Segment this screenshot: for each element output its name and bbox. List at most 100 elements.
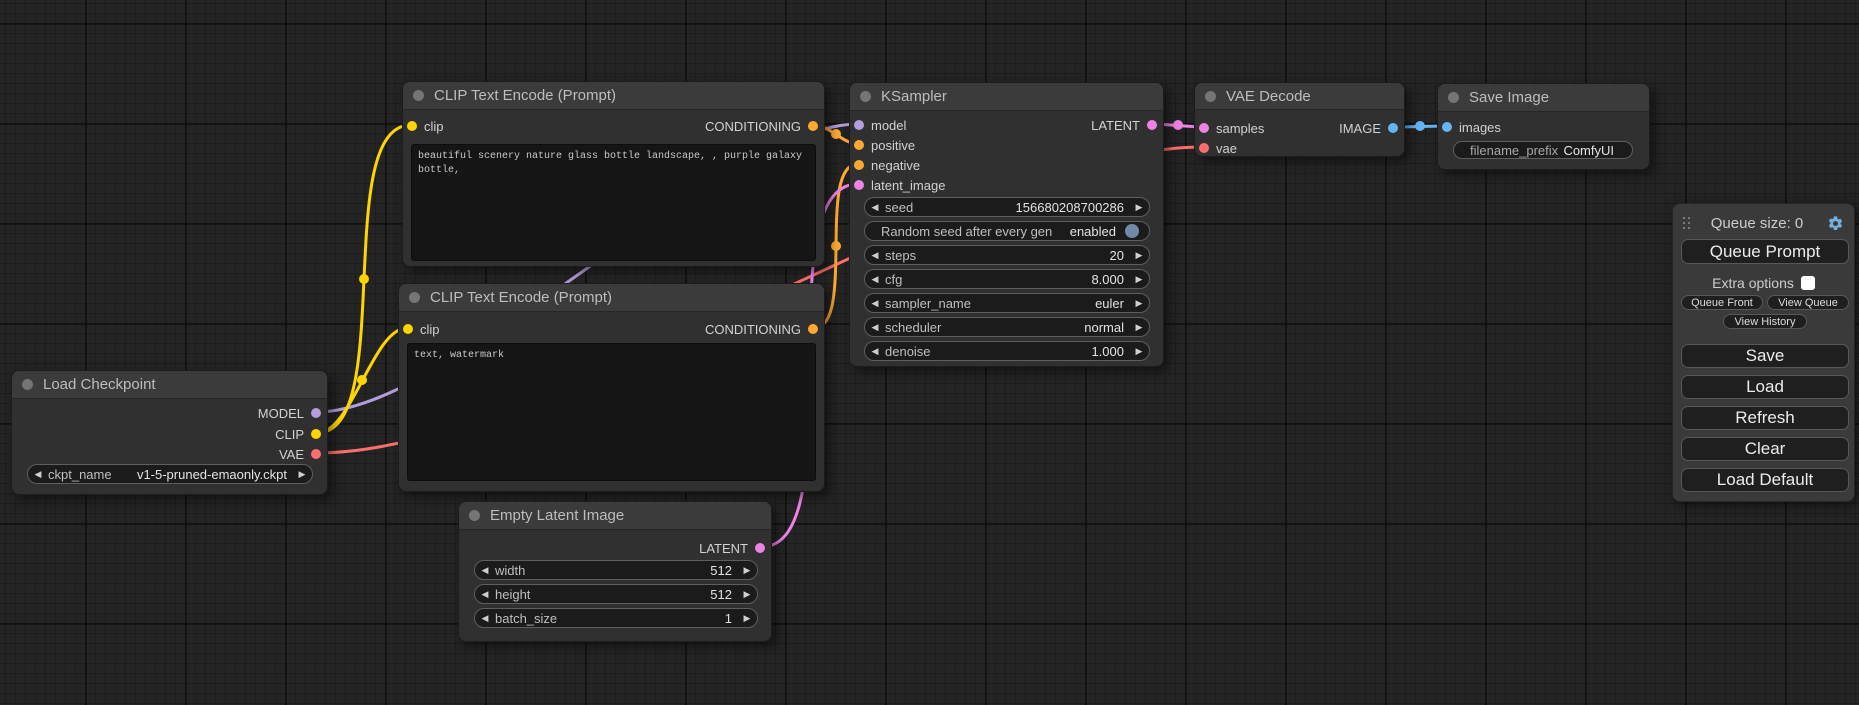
queue-prompt-button[interactable]: Queue Prompt (1681, 239, 1849, 264)
output-port-latent[interactable] (755, 543, 765, 553)
output-row-vae: VAE (12, 444, 327, 464)
output-row-latent: LATENT (850, 115, 1163, 135)
output-port-latent[interactable] (1147, 120, 1157, 130)
widget-sampler-name[interactable]: ◀ sampler_name euler ▶ (864, 293, 1150, 313)
widget-denoise[interactable]: ◀ denoise 1.000 ▶ (864, 341, 1150, 361)
decrement-arrow-icon[interactable]: ◀ (475, 609, 495, 627)
output-row-clip: CLIP (12, 424, 327, 444)
view-history-button[interactable]: View History (1723, 314, 1807, 329)
collapse-dot-icon[interactable] (409, 292, 420, 303)
decrement-arrow-icon[interactable]: ◀ (865, 246, 885, 264)
load-button[interactable]: Load (1681, 375, 1849, 399)
increment-arrow-icon[interactable]: ▶ (1129, 246, 1149, 264)
decrement-arrow-icon[interactable]: ◀ (865, 342, 885, 360)
node-vae-decode[interactable]: VAE Decode samples IMAGE vae (1194, 82, 1405, 157)
collapse-dot-icon[interactable] (469, 510, 480, 521)
queue-size-label: Queue size: 0 (1691, 215, 1823, 232)
node-title-bar[interactable]: Empty Latent Image (459, 502, 771, 530)
output-row-latent: LATENT (459, 538, 771, 558)
node-ksampler[interactable]: KSampler model LATENT positive negative … (849, 82, 1164, 367)
toggle-knob-icon[interactable] (1125, 224, 1139, 238)
node-load-checkpoint[interactable]: Load Checkpoint MODEL CLIP VAE ◀ ckpt_na… (11, 370, 328, 495)
node-title-bar[interactable]: CLIP Text Encode (Prompt) (399, 284, 824, 312)
collapse-dot-icon[interactable] (1205, 91, 1216, 102)
view-queue-button[interactable]: View Queue (1767, 295, 1849, 310)
widget-height[interactable]: ◀ height 512 ▶ (474, 584, 758, 604)
increment-arrow-icon[interactable]: ▶ (1129, 318, 1149, 336)
load-default-button[interactable]: Load Default (1681, 468, 1849, 492)
input-port-images[interactable] (1442, 122, 1452, 132)
output-port-clip[interactable] (311, 429, 321, 439)
output-row-model: MODEL (12, 403, 327, 423)
output-port-model[interactable] (311, 408, 321, 418)
node-title-bar[interactable]: Load Checkpoint (12, 371, 327, 399)
widget-cfg[interactable]: ◀ cfg 8.000 ▶ (864, 269, 1150, 289)
increment-arrow-icon[interactable]: ▶ (1129, 342, 1149, 360)
settings-gear-icon[interactable] (1827, 215, 1844, 232)
node-save-image[interactable]: Save Image images filename_prefix ComfyU… (1437, 83, 1650, 170)
queue-front-button[interactable]: Queue Front (1681, 295, 1763, 310)
widget-ckpt-name[interactable]: ◀ ckpt_name v1-5-pruned-emaonly.ckpt ▶ (27, 464, 313, 484)
collapse-dot-icon[interactable] (860, 91, 871, 102)
node-title: CLIP Text Encode (Prompt) (430, 289, 612, 306)
queue-panel[interactable]: Queue size: 0 Queue Prompt Extra options… (1672, 203, 1855, 502)
increment-arrow-icon[interactable]: ▶ (1129, 270, 1149, 288)
decrement-arrow-icon[interactable]: ◀ (865, 198, 885, 216)
node-clip-text-encode-positive[interactable]: CLIP Text Encode (Prompt) clip CONDITION… (402, 81, 825, 267)
output-row-conditioning: CONDITIONING (403, 116, 824, 136)
increment-arrow-icon[interactable]: ▶ (292, 465, 312, 483)
decrement-arrow-icon[interactable]: ◀ (865, 270, 885, 288)
node-title-bar[interactable]: VAE Decode (1195, 83, 1404, 110)
node-clip-text-encode-negative[interactable]: CLIP Text Encode (Prompt) clip CONDITION… (398, 283, 825, 492)
extra-options-checkbox[interactable] (1801, 276, 1815, 290)
increment-arrow-icon[interactable]: ▶ (737, 609, 757, 627)
increment-arrow-icon[interactable]: ▶ (1129, 198, 1149, 216)
save-button[interactable]: Save (1681, 344, 1849, 368)
output-port-conditioning[interactable] (808, 324, 818, 334)
output-port-vae[interactable] (311, 449, 321, 459)
node-title-bar[interactable]: CLIP Text Encode (Prompt) (403, 82, 824, 110)
decrement-arrow-icon[interactable]: ◀ (475, 561, 495, 579)
node-graph-canvas[interactable]: Load Checkpoint MODEL CLIP VAE ◀ ckpt_na… (0, 0, 1859, 705)
increment-arrow-icon[interactable]: ▶ (737, 561, 757, 579)
output-port-conditioning[interactable] (808, 121, 818, 131)
wire-midpoint-dot (357, 375, 367, 385)
wire-midpoint-dot (831, 129, 841, 139)
decrement-arrow-icon[interactable]: ◀ (865, 318, 885, 336)
node-empty-latent-image[interactable]: Empty Latent Image LATENT ◀ width 512 ▶ … (458, 501, 772, 642)
wire-midpoint-dot (359, 274, 369, 284)
widget-batch-size[interactable]: ◀ batch_size 1 ▶ (474, 608, 758, 628)
node-title: KSampler (881, 88, 947, 105)
decrement-arrow-icon[interactable]: ◀ (865, 294, 885, 312)
collapse-dot-icon[interactable] (1448, 92, 1459, 103)
output-row-conditioning: CONDITIONING (399, 319, 824, 339)
node-title-bar[interactable]: Save Image (1438, 84, 1649, 112)
decrement-arrow-icon[interactable]: ◀ (475, 585, 495, 603)
widget-width[interactable]: ◀ width 512 ▶ (474, 560, 758, 580)
widget-steps[interactable]: ◀ steps 20 ▶ (864, 245, 1150, 265)
collapse-dot-icon[interactable] (413, 90, 424, 101)
refresh-button[interactable]: Refresh (1681, 406, 1849, 430)
widget-random-seed-toggle[interactable]: Random seed after every gen enabled (864, 221, 1150, 241)
wire-midpoint-dot (1415, 121, 1425, 131)
input-port-negative[interactable] (854, 160, 864, 170)
collapse-dot-icon[interactable] (22, 379, 33, 390)
increment-arrow-icon[interactable]: ▶ (1129, 294, 1149, 312)
output-port-image[interactable] (1388, 123, 1398, 133)
widget-seed[interactable]: ◀ seed 156680208700286 ▶ (864, 197, 1150, 217)
prompt-textarea[interactable]: text, watermark (407, 343, 816, 481)
clear-button[interactable]: Clear (1681, 437, 1849, 461)
input-port-positive[interactable] (854, 140, 864, 150)
input-row-vae: vae (1195, 138, 1404, 158)
input-port-vae[interactable] (1199, 143, 1209, 153)
increment-arrow-icon[interactable]: ▶ (737, 585, 757, 603)
input-port-latent-image[interactable] (854, 180, 864, 190)
node-title-bar[interactable]: KSampler (850, 83, 1163, 111)
wire-midpoint-dot (1173, 120, 1183, 130)
prompt-textarea[interactable]: beautiful scenery nature glass bottle la… (411, 144, 816, 261)
decrement-arrow-icon[interactable]: ◀ (28, 465, 48, 483)
drag-handle-icon[interactable] (1683, 217, 1691, 230)
widget-scheduler[interactable]: ◀ scheduler normal ▶ (864, 317, 1150, 337)
input-row-images: images (1438, 117, 1649, 137)
widget-filename-prefix[interactable]: filename_prefix ComfyUI (1453, 141, 1633, 159)
